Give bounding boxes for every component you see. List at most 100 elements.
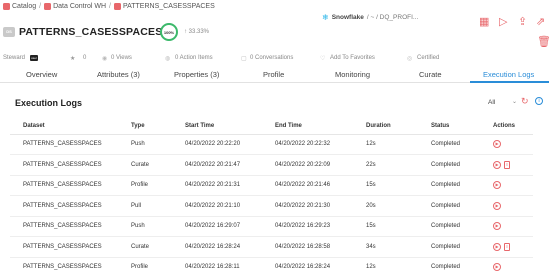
cell-dataset: PATTERNS_CASESSPACES (10, 216, 118, 237)
table-row: PATTERNS_CASESSPACES Profile 04/20/2022 … (10, 175, 533, 196)
cell-dataset: PATTERNS_CASESSPACES (10, 236, 118, 258)
cell-status: Completed (418, 216, 480, 237)
tab-monitoring[interactable]: Monitoring (335, 70, 370, 79)
tab-execution-logs[interactable]: Execution Logs (483, 70, 534, 79)
play-circle-icon[interactable]: ▶ (493, 222, 501, 231)
cell-status: Completed (418, 154, 480, 176)
run-job-icon[interactable]: ▦ (479, 17, 489, 28)
execution-logs-table: Dataset Type Start Time End Time Duratio… (10, 118, 533, 277)
status-filter[interactable]: All (488, 99, 495, 106)
tab-curate[interactable]: Curate (419, 70, 442, 79)
source-path[interactable]: ❄ Snowflake / ~ / DQ_PROFI... (322, 13, 421, 22)
play-circle-icon[interactable]: ▶ (493, 242, 501, 251)
cell-duration: 12s (353, 134, 418, 155)
report-icon[interactable]: ≡ (504, 242, 510, 251)
share-icon[interactable]: ⇪ (518, 17, 527, 28)
cell-type: Curate (118, 236, 172, 258)
cell-status: Completed (418, 134, 480, 155)
tab-bar: Overview Attributes (3) Properties (3) P… (0, 67, 549, 83)
play-circle-icon[interactable]: ▶ (493, 181, 501, 190)
table-row: PATTERNS_CASESSPACES Push 04/20/2022 20:… (10, 134, 533, 155)
conversations-icon: ▢ (241, 56, 247, 62)
delete-icon[interactable]: 🗑 (537, 37, 549, 48)
database-icon (44, 3, 52, 10)
asset-meta-row: Steward user ★ 0 ◉ 0 Views ◍ 0 Action It… (0, 52, 549, 66)
cell-actions: ▶ (480, 175, 533, 196)
cell-start-time: 04/20/2022 20:21:47 (172, 154, 262, 176)
steward-avatar[interactable]: user (30, 55, 38, 61)
refresh-icon[interactable]: ↻ (521, 97, 529, 106)
certified[interactable]: Certified (417, 55, 439, 61)
star-count: 0 (83, 55, 87, 61)
play-circle-icon[interactable]: ▶ (493, 140, 501, 149)
cell-duration: 20s (353, 195, 418, 217)
column-header-status[interactable]: Status (418, 118, 480, 135)
cell-dataset: PATTERNS_CASESSPACES (10, 195, 118, 217)
cell-actions: ▶ (480, 134, 533, 155)
table-row: PATTERNS_CASESSPACES Curate 04/20/2022 2… (10, 154, 533, 176)
action-items-icon: ◍ (165, 56, 171, 62)
add-to-favorites[interactable]: Add To Favorites (330, 55, 375, 61)
info-icon[interactable]: i (535, 97, 543, 105)
column-header-dataset[interactable]: Dataset (10, 118, 118, 135)
cell-dataset: PATTERNS_CASESSPACES (10, 257, 118, 277)
cell-start-time: 04/20/2022 20:21:31 (172, 175, 262, 196)
eye-icon: ◉ (102, 56, 108, 62)
cell-end-time: 04/20/2022 20:22:32 (262, 134, 353, 155)
steward-label: Steward (3, 55, 26, 61)
tab-properties[interactable]: Properties (3) (174, 70, 219, 79)
play-icon[interactable]: ▷ (499, 17, 507, 28)
cell-dataset: PATTERNS_CASESSPACES (10, 154, 118, 176)
cell-duration: 22s (353, 154, 418, 176)
play-circle-icon[interactable]: ▶ (493, 201, 501, 210)
heart-icon: ♡ (320, 56, 326, 62)
play-circle-icon[interactable]: ▶ (493, 160, 501, 169)
tab-overview[interactable]: Overview (26, 70, 57, 79)
cell-type: Curate (118, 154, 172, 176)
cell-duration: 12s (353, 257, 418, 277)
cell-end-time: 04/20/2022 16:29:23 (262, 216, 353, 237)
star-icon[interactable]: ★ (70, 55, 75, 62)
action-items[interactable]: 0 Action Items (175, 55, 213, 61)
dataset-icon (113, 3, 121, 10)
tab-profile[interactable]: Profile (263, 70, 284, 79)
cell-actions: ▶ ≡ (480, 154, 533, 176)
column-header-actions: Actions (480, 118, 533, 135)
column-header-start-time[interactable]: Start Time (172, 118, 262, 135)
column-header-type[interactable]: Type (118, 118, 172, 135)
breadcrumb: Catalog / Data Control WH / PATTERNS_CAS… (0, 0, 549, 13)
panel-title: Execution Logs (15, 98, 83, 108)
cell-type: Push (118, 134, 172, 155)
report-icon[interactable]: ≡ (504, 160, 510, 169)
snowflake-icon: ❄ (322, 13, 329, 22)
cell-dataset: PATTERNS_CASESSPACES (10, 175, 118, 196)
column-header-end-time[interactable]: End Time (262, 118, 353, 135)
cell-status: Completed (418, 195, 480, 217)
breadcrumb-item-dataset[interactable]: PATTERNS_CASESSPACES (113, 3, 215, 10)
export-icon[interactable]: ⇗ (536, 17, 545, 28)
cell-type: Profile (118, 175, 172, 196)
score-trend: ↑ 33.33% (184, 29, 210, 35)
cell-actions: ▶ (480, 216, 533, 237)
cell-end-time: 04/20/2022 20:21:46 (262, 175, 353, 196)
breadcrumb-separator: / (39, 3, 42, 10)
table-row: PATTERNS_CASESSPACES Pull 04/20/2022 20:… (10, 195, 533, 217)
quality-score-badge: 100% (160, 23, 178, 41)
breadcrumb-separator: / (109, 3, 111, 10)
cell-dataset: PATTERNS_CASESSPACES (10, 134, 118, 155)
conversations[interactable]: 0 Conversations (250, 55, 293, 61)
table-row: PATTERNS_CASESSPACES Push 04/20/2022 16:… (10, 216, 533, 237)
header-actions: ▦ ▷ ⇪ ⇗ 🗑 (469, 15, 549, 55)
breadcrumb-item-catalog[interactable]: Catalog (3, 3, 36, 10)
cell-start-time: 04/20/2022 16:28:11 (172, 257, 262, 277)
table-row: PATTERNS_CASESSPACES Curate 04/20/2022 1… (10, 236, 533, 258)
play-circle-icon[interactable]: ▶ (493, 263, 501, 272)
table-row: PATTERNS_CASESSPACES Profile 04/20/2022 … (10, 257, 533, 277)
table-header-row: Dataset Type Start Time End Time Duratio… (10, 118, 533, 135)
tab-attributes[interactable]: Attributes (3) (97, 70, 140, 79)
cell-type: Pull (118, 195, 172, 217)
views-count: 0 Views (111, 55, 132, 61)
column-header-duration[interactable]: Duration (353, 118, 418, 135)
breadcrumb-item-warehouse[interactable]: Data Control WH (44, 3, 106, 10)
chevron-down-icon[interactable]: ⌄ (512, 98, 517, 105)
